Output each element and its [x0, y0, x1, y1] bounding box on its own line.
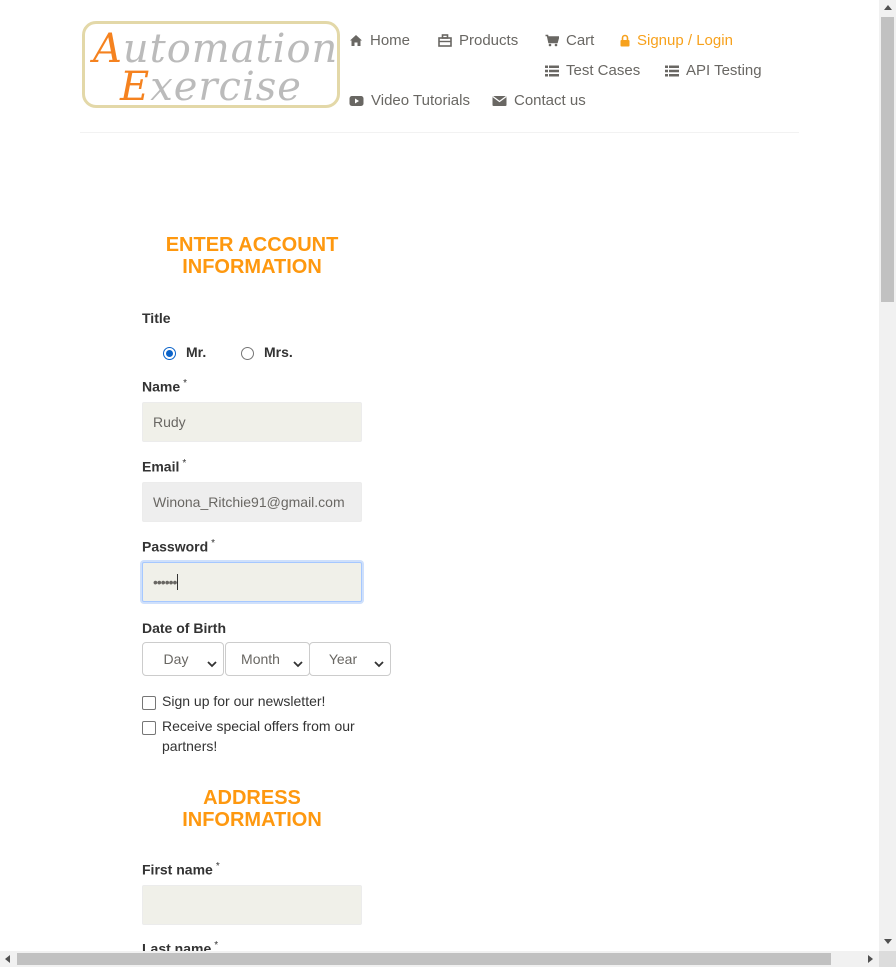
password-label: Password * — [142, 538, 216, 555]
vertical-scrollbar-thumb[interactable] — [881, 17, 894, 302]
password-input[interactable]: •••••• — [142, 562, 362, 602]
nav-api-testing[interactable]: API Testing — [665, 62, 762, 79]
scroll-up-arrow-icon[interactable] — [884, 5, 892, 10]
home-icon — [349, 34, 363, 47]
lock-icon — [620, 34, 630, 47]
youtube-icon — [349, 95, 364, 107]
cart-icon — [545, 34, 559, 47]
account-info-heading: ENTER ACCOUNT INFORMATION — [165, 234, 339, 278]
radio-mrs-label[interactable]: Mrs. — [264, 344, 293, 360]
radio-mrs[interactable] — [241, 347, 254, 360]
last-name-label: Last name * — [142, 940, 219, 951]
first-name-label: First name * — [142, 861, 220, 878]
nav-contact-us[interactable]: Contact us — [492, 92, 586, 109]
special-offers-label[interactable]: Receive special offers from our partners… — [162, 716, 367, 756]
list-icon — [665, 65, 679, 77]
name-input[interactable]: Rudy — [142, 402, 362, 442]
dob-day-select[interactable]: Day — [142, 642, 224, 676]
nav-products[interactable]: Products — [438, 32, 518, 49]
nav-cart[interactable]: Cart — [545, 32, 594, 49]
special-offers-checkbox[interactable] — [142, 721, 156, 735]
newsletter-label[interactable]: Sign up for our newsletter! — [162, 691, 362, 711]
dob-label: Date of Birth — [142, 620, 226, 636]
site-logo[interactable]: Automation Exercise — [82, 21, 340, 108]
text-caret — [177, 574, 179, 590]
name-label: Name * — [142, 378, 188, 395]
address-info-heading: ADDRESS INFORMATION — [182, 787, 322, 831]
horizontal-scrollbar-thumb[interactable] — [17, 953, 831, 965]
header-divider — [80, 132, 799, 133]
radio-mr-label[interactable]: Mr. — [186, 344, 206, 360]
chevron-down-icon — [374, 655, 384, 671]
list-icon — [545, 65, 559, 77]
scrollbar-corner — [879, 951, 896, 967]
scroll-down-arrow-icon[interactable] — [884, 939, 892, 944]
email-label: Email * — [142, 458, 187, 475]
products-icon — [438, 34, 452, 47]
dob-year-select[interactable]: Year — [309, 642, 391, 676]
title-label: Title — [142, 310, 171, 326]
chevron-down-icon — [207, 655, 217, 671]
radio-mr[interactable] — [163, 347, 176, 360]
scroll-right-arrow-icon[interactable] — [868, 955, 873, 963]
nav-video-tutorials[interactable]: Video Tutorials — [349, 92, 470, 109]
email-input[interactable]: Winona_Ritchie91@gmail.com — [142, 482, 362, 522]
chevron-down-icon — [293, 655, 303, 671]
nav-home[interactable]: Home — [349, 32, 410, 49]
dob-month-select[interactable]: Month — [225, 642, 310, 676]
nav-signup-login[interactable]: Signup / Login — [620, 32, 733, 49]
scroll-left-arrow-icon[interactable] — [5, 955, 10, 963]
nav-test-cases[interactable]: Test Cases — [545, 62, 640, 79]
first-name-input[interactable] — [142, 885, 362, 925]
page: Automation Exercise Home Products Cart S… — [0, 0, 879, 951]
newsletter-checkbox[interactable] — [142, 696, 156, 710]
envelope-icon — [492, 95, 507, 107]
